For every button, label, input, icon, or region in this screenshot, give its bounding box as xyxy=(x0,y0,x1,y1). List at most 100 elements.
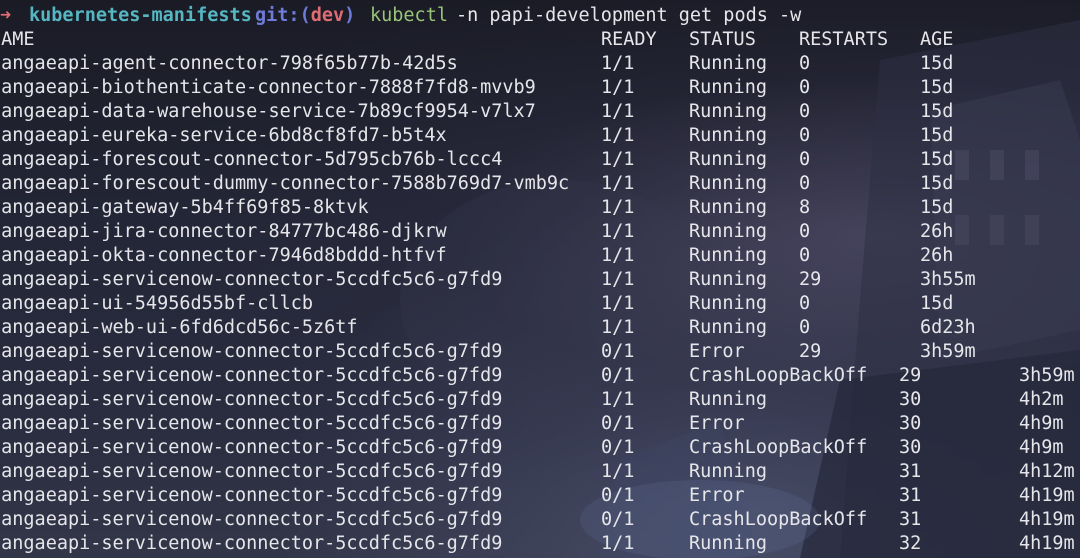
pod-age: 26h xyxy=(920,221,954,242)
pod-restarts: 0 xyxy=(799,125,811,146)
pod-name: pangaeapi-forescout-dummy-connector-7588… xyxy=(0,173,570,194)
pod-age: 4h19m xyxy=(1019,533,1075,554)
pod-restarts: 31 xyxy=(899,461,922,482)
pod-status: Error xyxy=(689,485,745,506)
header-ready: READY xyxy=(601,29,657,50)
pod-name: pangaeapi-servicenow-connector-5ccdfc5c6… xyxy=(0,389,503,410)
pod-restarts: 0 xyxy=(799,149,811,170)
pod-age: 15d xyxy=(920,77,954,98)
pod-age: 4h19m xyxy=(1019,485,1075,506)
header-age: AGE xyxy=(920,29,954,50)
prompt-git-info: git:(dev) xyxy=(255,4,355,28)
pod-restarts: 29 xyxy=(799,341,822,362)
pod-name: pangaeapi-ui-54956d55bf-cllcb xyxy=(0,293,314,314)
pod-age: 26h xyxy=(920,245,954,266)
pod-age: 15d xyxy=(920,101,954,122)
prompt-arrow-icon: ➜ xyxy=(0,5,12,26)
pod-status: Running xyxy=(689,533,767,554)
command-args: -n papi-development get pods -w xyxy=(456,5,802,26)
pod-age: 4h2m xyxy=(1019,389,1064,410)
pod-status: Running xyxy=(689,125,767,146)
git-label: git: xyxy=(255,5,300,26)
pod-ready: 1/1 xyxy=(601,293,635,314)
pod-ready: 1/1 xyxy=(601,197,635,218)
pod-name: pangaeapi-okta-connector-7946d8bddd-htfv… xyxy=(0,245,447,266)
git-open-paren: ( xyxy=(299,5,311,26)
pod-age: 4h9m xyxy=(1019,437,1064,458)
pod-age: 6d23h xyxy=(920,317,976,338)
pod-status: Running xyxy=(689,269,767,290)
pod-name: pangaeapi-web-ui-6fd6dcd56c-5z6tf xyxy=(0,317,358,338)
pod-ready: 1/1 xyxy=(601,269,635,290)
pod-age: 3h55m xyxy=(920,269,976,290)
pod-restarts: 0 xyxy=(799,221,811,242)
pod-restarts: 31 xyxy=(899,509,922,530)
pod-name: pangaeapi-agent-connector-798f65b77b-42d… xyxy=(0,53,458,74)
pod-ready: 1/1 xyxy=(601,53,635,74)
pod-status: Running xyxy=(689,173,767,194)
command-name: kubectl xyxy=(370,5,448,26)
pod-name: pangaeapi-servicenow-connector-5ccdfc5c6… xyxy=(0,509,503,530)
pod-status: Running xyxy=(689,221,767,242)
pod-age: 3h59m xyxy=(1019,365,1075,386)
pod-ready: 1/1 xyxy=(601,245,635,266)
git-branch: dev xyxy=(310,5,345,26)
pod-status: CrashLoopBackOff xyxy=(689,509,868,530)
pod-restarts: 0 xyxy=(799,77,811,98)
pod-ready: 1/1 xyxy=(601,149,635,170)
prompt-line: ➜ kubernetes-manifests git:(dev) kubectl… xyxy=(0,4,801,28)
pod-restarts: 32 xyxy=(899,533,922,554)
git-close-paren: ) xyxy=(344,5,356,26)
pod-restarts: 31 xyxy=(899,485,922,506)
pod-restarts: 29 xyxy=(899,365,922,386)
pod-age: 4h9m xyxy=(1019,413,1064,434)
pod-ready: 1/1 xyxy=(601,533,635,554)
pod-age: 15d xyxy=(920,197,954,218)
pod-name: pangaeapi-servicenow-connector-5ccdfc5c6… xyxy=(0,365,503,386)
pod-restarts: 30 xyxy=(899,437,922,458)
pod-name: pangaeapi-servicenow-connector-5ccdfc5c6… xyxy=(0,533,503,554)
pod-age: 15d xyxy=(920,149,954,170)
pod-ready: 0/1 xyxy=(601,341,635,362)
pod-status: Running xyxy=(689,149,767,170)
pod-restarts: 0 xyxy=(799,101,811,122)
pod-restarts: 0 xyxy=(799,317,811,338)
pod-ready: 1/1 xyxy=(601,173,635,194)
pod-status: Running xyxy=(689,77,767,98)
pod-status: Running xyxy=(689,101,767,122)
pod-status: Running xyxy=(689,461,767,482)
pod-status: Running xyxy=(689,197,767,218)
terminal-window[interactable]: ➜ kubernetes-manifests git:(dev) kubectl… xyxy=(0,0,1080,558)
pod-ready: 0/1 xyxy=(601,365,635,386)
pod-age: 4h19m xyxy=(1019,509,1075,530)
pod-name: pangaeapi-biothenticate-connector-7888f7… xyxy=(0,77,536,98)
pod-name: pangaeapi-gateway-5b4ff69f85-8ktvk xyxy=(0,197,369,218)
pod-status: Running xyxy=(689,389,767,410)
pod-age: 15d xyxy=(920,125,954,146)
header-status: STATUS xyxy=(689,29,756,50)
pod-age: 15d xyxy=(920,173,954,194)
pod-ready: 1/1 xyxy=(601,221,635,242)
pod-status: CrashLoopBackOff xyxy=(689,365,868,386)
pod-name: pangaeapi-servicenow-connector-5ccdfc5c6… xyxy=(0,269,503,290)
pod-name: pangaeapi-jira-connector-84777bc486-djkr… xyxy=(0,221,447,242)
pod-age: 4h12m xyxy=(1019,461,1075,482)
pod-age: 15d xyxy=(920,53,954,74)
pod-ready: 1/1 xyxy=(601,101,635,122)
pod-status: Error xyxy=(689,413,745,434)
pod-name: pangaeapi-servicenow-connector-5ccdfc5c6… xyxy=(0,485,503,506)
pod-ready: 1/1 xyxy=(601,461,635,482)
pod-name: pangaeapi-forescout-connector-5d795cb76b… xyxy=(0,149,503,170)
pod-status: Running xyxy=(689,245,767,266)
pod-ready: 1/1 xyxy=(601,77,635,98)
pod-ready: 0/1 xyxy=(601,437,635,458)
pod-name: pangaeapi-data-warehouse-service-7b89cf9… xyxy=(0,101,536,122)
pod-name: pangaeapi-servicenow-connector-5ccdfc5c6… xyxy=(0,413,503,434)
pod-age: 3h59m xyxy=(920,341,976,362)
pod-restarts: 0 xyxy=(799,173,811,194)
pod-age: 15d xyxy=(920,293,954,314)
pod-restarts: 8 xyxy=(799,197,811,218)
pod-status: Running xyxy=(689,53,767,74)
pod-ready: 1/1 xyxy=(601,389,635,410)
pod-status: Error xyxy=(689,341,745,362)
